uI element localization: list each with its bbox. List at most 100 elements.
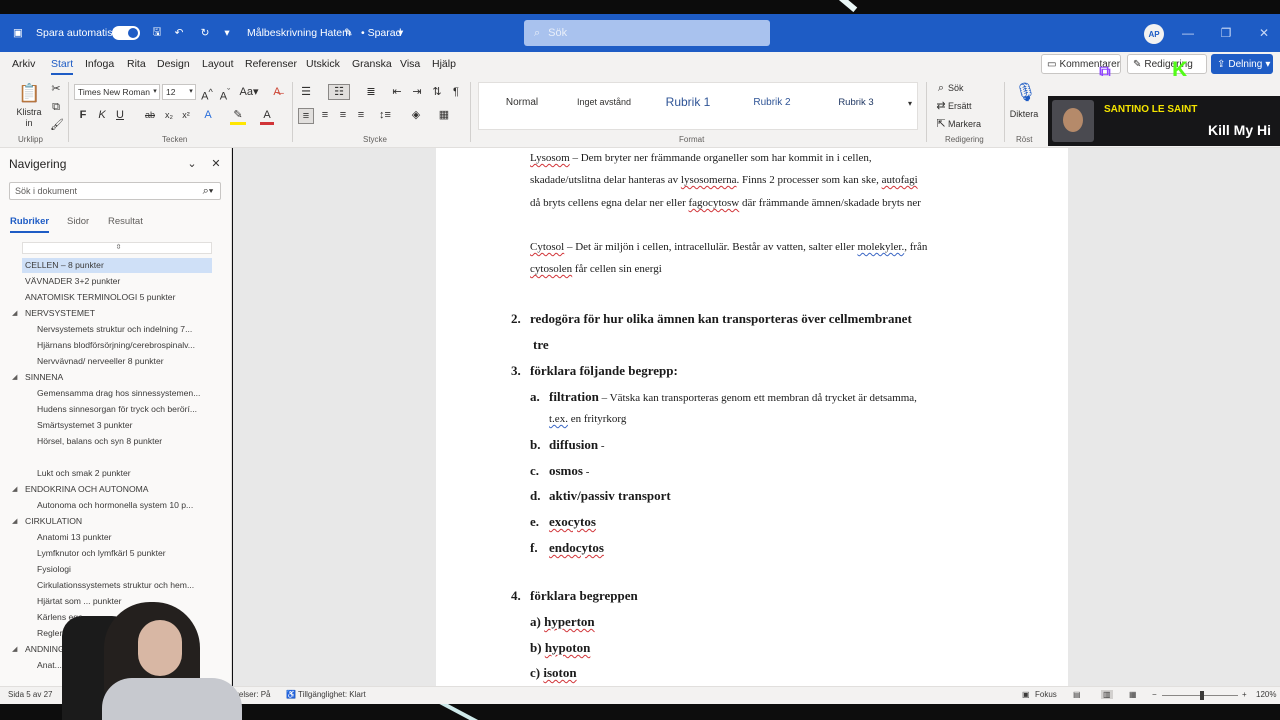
select-button[interactable]: Markera	[948, 117, 988, 131]
nav-collapse-caret-icon[interactable]: ◢	[12, 370, 17, 385]
styles-more-icon[interactable]: ▾	[903, 97, 917, 111]
tab-referenser[interactable]: Referenser	[245, 52, 297, 76]
tab-start[interactable]: Start	[51, 52, 74, 76]
font-name-chevron-icon[interactable]: ▾	[150, 85, 160, 99]
tab-design[interactable]: Design	[157, 52, 190, 76]
save-icon[interactable]: 🖫	[150, 14, 164, 52]
paste-icon[interactable]: 📋	[18, 82, 40, 104]
shading-icon[interactable]: ◈	[408, 108, 424, 122]
read-mode-icon[interactable]: ▤	[1073, 690, 1081, 699]
nav-heading-item[interactable]: Anatomi 13 punkter	[34, 530, 212, 545]
nav-heading-item[interactable]: NERVSYSTEMET	[22, 306, 212, 321]
style-heading-3[interactable]: Rubrik 3	[813, 97, 899, 108]
font-size-chevron-icon[interactable]: ▾	[186, 85, 196, 99]
nav-heading-item[interactable]: Fysiologi	[34, 562, 212, 577]
editing-mode-button[interactable]: ✎ Redigering	[1127, 54, 1207, 74]
bold-icon[interactable]: F	[77, 108, 89, 122]
format-painter-icon[interactable]: 🖌	[50, 118, 64, 132]
strikethrough-icon[interactable]: ab	[143, 108, 157, 122]
nav-tab-pages[interactable]: Sidor	[67, 216, 89, 227]
multilevel-list-icon[interactable]: ≣	[362, 85, 380, 99]
nav-heading-item[interactable]: Nervsystemets struktur och indelning 7..…	[34, 322, 212, 337]
search-box[interactable]: ⌕ Sök	[524, 20, 770, 46]
nav-heading-item[interactable]: Nervvävnad/ nerveeller 8 punkter	[34, 354, 212, 369]
minimize-icon[interactable]: —	[1170, 14, 1206, 52]
quick-access-chevron-icon[interactable]: ▾	[222, 14, 232, 52]
nav-close-icon[interactable]: ✕	[210, 157, 222, 171]
nav-heading-item[interactable]: VÄVNADER 3+2 punkter	[22, 274, 212, 289]
shrink-font-icon[interactable]: Aˇ	[218, 85, 232, 104]
nav-options-chevron-icon[interactable]: ⌄	[186, 157, 198, 171]
clear-formatting-icon[interactable]: A̶	[270, 85, 284, 99]
tab-granska[interactable]: Granska	[352, 52, 392, 76]
copy-icon[interactable]: ⧉	[50, 100, 62, 114]
cut-icon[interactable]: ✂	[50, 82, 62, 96]
find-button[interactable]: Sök	[948, 81, 972, 95]
nav-heading-item[interactable]: Lukt och smak 2 punkter	[34, 466, 212, 481]
nav-heading-item[interactable]: Gemensamma drag hos sinnessystemen...	[34, 386, 212, 401]
nav-heading-item[interactable]: ENDOKRINA OCH AUTONOMA	[22, 482, 212, 497]
redo-icon[interactable]: ↻	[198, 14, 212, 52]
font-name-select[interactable]: Times New Roman	[74, 84, 160, 100]
grow-font-icon[interactable]: A^	[200, 85, 214, 104]
nav-heading-item[interactable]: CELLEN – 8 punkter	[22, 258, 212, 273]
focus-label[interactable]: Fokus	[1035, 690, 1057, 699]
tab-infoga[interactable]: Infoga	[85, 52, 114, 76]
align-left-icon[interactable]: ≡	[298, 108, 314, 124]
nav-heading-item[interactable]: Cirkulationssystemets struktur och hem..…	[34, 578, 212, 593]
zoom-slider-thumb[interactable]	[1200, 691, 1204, 700]
nav-tab-headings[interactable]: Rubriker	[10, 216, 50, 233]
text-effects-icon[interactable]: A	[201, 108, 215, 122]
focus-icon[interactable]: ▣	[1022, 690, 1030, 699]
nav-heading-item[interactable]	[34, 450, 212, 465]
justify-icon[interactable]: ≡	[354, 108, 368, 122]
undo-icon[interactable]: ↶	[172, 14, 186, 52]
document-page[interactable]: Lysosom – Dem bryter ner främmande organ…	[436, 148, 1068, 686]
tab-hjalp[interactable]: Hjälp	[432, 52, 456, 76]
nav-heading-item[interactable]: Hudens sinnesorgan för tryck och berörí.…	[34, 402, 212, 417]
close-icon[interactable]: ✕	[1246, 14, 1280, 52]
paste-button[interactable]: Klistra in	[14, 107, 44, 129]
tab-layout[interactable]: Layout	[202, 52, 234, 76]
increase-indent-icon[interactable]: ⇥	[410, 85, 424, 99]
nav-search-input[interactable]: Sök i dokument	[9, 182, 221, 200]
nav-heading-item[interactable]: Hjärnans blodförsörjning/cerebrospinalv.…	[34, 338, 212, 353]
nav-heading-item[interactable]: ⇳	[22, 242, 212, 254]
tab-rita[interactable]: Rita	[127, 52, 146, 76]
style-heading-1[interactable]: Rubrik 1	[645, 95, 731, 109]
nav-heading-item[interactable]: Hörsel, balans och syn 8 punkter	[34, 434, 212, 449]
line-spacing-icon[interactable]: ↕≡	[376, 108, 394, 122]
style-heading-2[interactable]: Rubrik 2	[729, 97, 815, 108]
nav-heading-item[interactable]: Autonoma och hormonella system 10 p...	[34, 498, 212, 513]
find-icon[interactable]: ⌕	[935, 81, 947, 95]
avatar[interactable]: AP	[1144, 24, 1164, 44]
app-menu-icon[interactable]: ▣	[10, 14, 26, 52]
accessibility-status[interactable]: Tillgänglighet: Klart	[298, 690, 366, 699]
zoom-in-icon[interactable]: +	[1242, 690, 1247, 699]
nav-heading-item[interactable]: Lymfknutor och lymfkärl 5 punkter	[34, 546, 212, 561]
bullets-icon[interactable]: ☰	[298, 85, 314, 99]
numbering-icon[interactable]: ☷	[328, 84, 350, 100]
zoom-out-icon[interactable]: −	[1152, 690, 1157, 699]
font-color-icon[interactable]: A	[260, 108, 274, 125]
italic-icon[interactable]: K	[96, 108, 108, 122]
tab-utskick[interactable]: Utskick	[306, 52, 340, 76]
nav-collapse-caret-icon[interactable]: ◢	[12, 306, 17, 321]
align-center-icon[interactable]: ≡	[318, 108, 332, 122]
sort-icon[interactable]: ⇅	[430, 85, 444, 99]
highlight-color-icon[interactable]: ✎	[230, 108, 246, 125]
print-layout-icon[interactable]: ▥	[1101, 690, 1113, 699]
show-marks-icon[interactable]: ¶	[450, 85, 462, 99]
web-layout-icon[interactable]: ▦	[1129, 690, 1137, 699]
nav-heading-item[interactable]: SINNENA	[22, 370, 212, 385]
nav-collapse-caret-icon[interactable]: ◢	[12, 514, 17, 529]
borders-icon[interactable]: ▦	[436, 108, 452, 122]
underline-icon[interactable]: U	[114, 108, 126, 122]
style-normal[interactable]: Normal	[479, 97, 565, 108]
page-count[interactable]: Sida 5 av 27	[8, 690, 52, 699]
nav-search-icon[interactable]: ⌕▾	[200, 184, 216, 198]
select-icon[interactable]: ⇱	[935, 117, 947, 131]
microphone-icon[interactable]: 🎙	[1014, 80, 1037, 104]
nav-collapse-caret-icon[interactable]: ◢	[12, 642, 17, 657]
nav-heading-item[interactable]: ANATOMISK TERMINOLOGI 5 punkter	[22, 290, 212, 305]
